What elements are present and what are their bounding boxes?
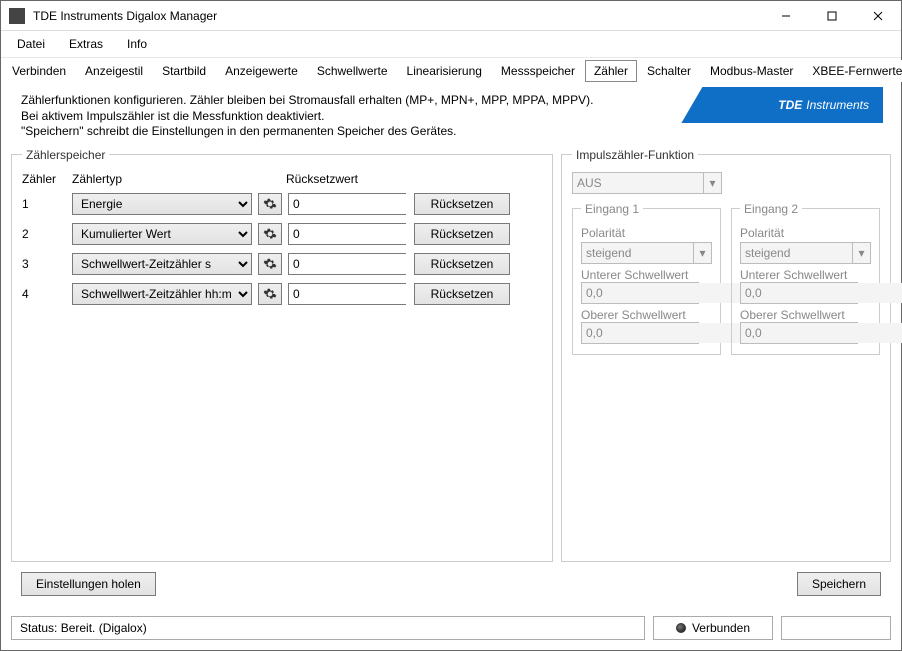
tab-messspeicher[interactable]: Messspeicher	[492, 60, 584, 82]
counter-gear-2[interactable]	[258, 223, 282, 245]
eingang2-legend: Eingang 2	[740, 202, 802, 216]
column-headers: Zähler Zählertyp Rücksetzwert	[22, 170, 542, 192]
counter-num-4: 4	[22, 287, 72, 301]
maximize-button[interactable]	[809, 1, 855, 31]
counter-reset-spin-2[interactable]: ▲▼	[288, 223, 406, 245]
eingang1-polaritaet-select[interactable]: steigend▾	[581, 242, 712, 264]
impuls-mode-select[interactable]: AUS ▾	[572, 172, 722, 194]
counter-reset-btn-3[interactable]: Rücksetzen	[414, 253, 510, 275]
counter-type-select-4[interactable]: Schwellwert-Zeitzähler hh:mm:ss	[72, 283, 252, 305]
content-area: Zählerfunktionen konfigurieren. Zähler b…	[1, 83, 901, 610]
eingang1-legend: Eingang 1	[581, 202, 643, 216]
counter-reset-spin-4[interactable]: ▲▼	[288, 283, 406, 305]
intro-text: Zählerfunktionen konfigurieren. Zähler b…	[11, 89, 891, 148]
minimize-button[interactable]	[763, 1, 809, 31]
counter-reset-btn-4[interactable]: Rücksetzen	[414, 283, 510, 305]
counter-row-2: 2 Kumulierter Wert ▲▼ Rücksetzen	[22, 222, 542, 246]
counter-reset-spin-3[interactable]: ▲▼	[288, 253, 406, 275]
counter-row-4: 4 Schwellwert-Zeitzähler hh:mm:ss ▲▼ Rüc…	[22, 282, 542, 306]
tab-linearisierung[interactable]: Linearisierung	[398, 60, 491, 82]
bottom-buttons: Einstellungen holen Speichern	[11, 562, 891, 602]
tab-schalter[interactable]: Schalter	[638, 60, 700, 82]
counter-reset-btn-2[interactable]: Rücksetzen	[414, 223, 510, 245]
eingang2-polaritaet-select[interactable]: steigend▾	[740, 242, 871, 264]
status-conn-label: Verbunden	[692, 621, 750, 635]
status-text: Status: Bereit. (Digalox)	[11, 616, 645, 640]
window-title: TDE Instruments Digalox Manager	[33, 9, 763, 23]
brand-light: Instruments	[806, 98, 869, 112]
menubar: Datei Extras Info	[1, 31, 901, 58]
menu-info[interactable]: Info	[115, 33, 159, 55]
counter-type-select-2[interactable]: Kumulierter Wert	[72, 223, 252, 245]
save-button[interactable]: Speichern	[797, 572, 881, 596]
impuls-mode-value: AUS	[573, 173, 703, 193]
statusbar: Status: Bereit. (Digalox) Verbunden	[1, 610, 901, 650]
tabbar: Verbinden Anzeigestil Startbild Anzeigew…	[1, 60, 901, 83]
counter-type-select-1[interactable]: Energie	[72, 193, 252, 215]
gear-icon	[263, 287, 277, 301]
close-button[interactable]	[855, 1, 901, 31]
header-reset: Rücksetzwert	[286, 172, 406, 186]
counter-type-select-3[interactable]: Schwellwert-Zeitzähler s	[72, 253, 252, 275]
counter-gear-3[interactable]	[258, 253, 282, 275]
tab-anzeigestil[interactable]: Anzeigestil	[76, 60, 152, 82]
impulszaehler-legend: Impulszähler-Funktion	[572, 148, 698, 162]
chevron-down-icon: ▾	[852, 243, 870, 263]
tab-schwellwerte[interactable]: Schwellwerte	[308, 60, 397, 82]
counter-reset-btn-1[interactable]: Rücksetzen	[414, 193, 510, 215]
menu-extras[interactable]: Extras	[57, 33, 115, 55]
titlebar: TDE Instruments Digalox Manager	[1, 1, 901, 31]
header-typ: Zählertyp	[72, 172, 286, 186]
connection-dot-icon	[676, 623, 686, 633]
brand-banner: TDE Instruments	[673, 87, 883, 123]
eingang2-oberer-spin[interactable]: ▲▼	[740, 322, 858, 344]
eingang2-unterer-spin[interactable]: ▲▼	[740, 282, 858, 304]
fetch-settings-button[interactable]: Einstellungen holen	[21, 572, 156, 596]
eingang2-group: Eingang 2 Polarität steigend▾ Unterer Sc…	[731, 202, 880, 355]
status-empty	[781, 616, 891, 640]
status-connection: Verbunden	[653, 616, 773, 640]
gear-icon	[263, 197, 277, 211]
gear-icon	[263, 227, 277, 241]
tab-anzeigewerte[interactable]: Anzeigewerte	[216, 60, 307, 82]
counter-num-2: 2	[22, 227, 72, 241]
counter-row-1: 1 Energie ▲▼ Rücksetzen	[22, 192, 542, 216]
menu-datei[interactable]: Datei	[5, 33, 57, 55]
tab-modbus-master[interactable]: Modbus-Master	[701, 60, 802, 82]
tab-startbild[interactable]: Startbild	[153, 60, 215, 82]
zaehlerspeicher-legend: Zählerspeicher	[22, 148, 109, 162]
counter-row-3: 3 Schwellwert-Zeitzähler s ▲▼ Rücksetzen	[22, 252, 542, 276]
eingang1-polaritaet-label: Polarität	[581, 226, 712, 240]
intro-line3: "Speichern" schreibt die Einstellungen i…	[21, 124, 881, 140]
tab-zaehler[interactable]: Zähler	[585, 60, 637, 82]
gear-icon	[263, 257, 277, 271]
eingang1-oberer-spin[interactable]: ▲▼	[581, 322, 699, 344]
eingang2-polaritaet-label: Polarität	[740, 226, 871, 240]
chevron-down-icon: ▾	[693, 243, 711, 263]
counter-gear-1[interactable]	[258, 193, 282, 215]
eingang2-oberer-label: Oberer Schwellwert	[740, 308, 871, 322]
eingang1-unterer-spin[interactable]: ▲▼	[581, 282, 699, 304]
counter-num-1: 1	[22, 197, 72, 211]
tab-xbee-fernwerte[interactable]: XBEE-Fernwerte	[803, 60, 902, 82]
counter-reset-spin-1[interactable]: ▲▼	[288, 193, 406, 215]
impulszaehler-group: Impulszähler-Funktion AUS ▾ Eingang 1 Po…	[561, 148, 891, 562]
counter-gear-4[interactable]	[258, 283, 282, 305]
zaehlerspeicher-group: Zählerspeicher Zähler Zählertyp Rücksetz…	[11, 148, 553, 562]
tab-verbinden[interactable]: Verbinden	[3, 60, 75, 82]
header-zahler: Zähler	[22, 172, 72, 186]
eingang1-group: Eingang 1 Polarität steigend▾ Unterer Sc…	[572, 202, 721, 355]
eingang1-oberer-label: Oberer Schwellwert	[581, 308, 712, 322]
eingang1-unterer-label: Unterer Schwellwert	[581, 268, 712, 282]
brand-bold: TDE	[778, 98, 802, 112]
chevron-down-icon: ▾	[703, 173, 721, 193]
counter-num-3: 3	[22, 257, 72, 271]
app-icon	[9, 8, 25, 24]
eingang2-unterer-label: Unterer Schwellwert	[740, 268, 871, 282]
